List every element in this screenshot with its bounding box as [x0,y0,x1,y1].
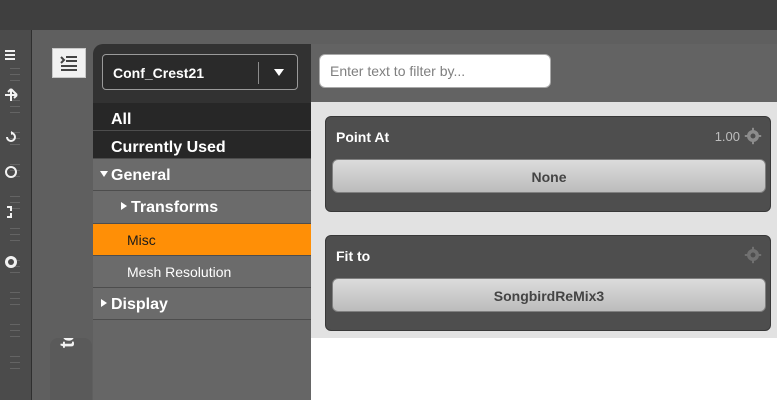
sidebar-item-display[interactable]: Display [93,288,311,320]
gear-icon[interactable] [744,246,762,264]
sidebar-item-label: Display [111,296,168,313]
top-toolbar [0,0,777,30]
sidebar-item-label: All [111,111,132,128]
left-toolbar [0,30,32,400]
sidebar-item-label: Currently Used [111,139,226,156]
sidebar-item-label: Misc [127,232,156,248]
sidebar-item-all[interactable]: All [93,103,311,131]
properties-panel: Point At 1.00 None Fit to SongbirdReMix3 [311,44,777,400]
sidebar-item-label: General [111,167,171,184]
filter-bar [311,44,777,102]
property-button[interactable]: None [332,159,766,193]
rotate-icon[interactable] [4,130,18,144]
sidebar-item-mesh-resolution[interactable]: Mesh Resolution [93,256,311,288]
filter-input[interactable] [319,54,551,88]
sidebar-item-general[interactable]: General [93,159,311,191]
sidebar-item-misc[interactable]: Misc [93,224,311,256]
category-sidebar: Conf_Crest21 All Currently Used General … [93,44,311,400]
chevron-down-icon [100,171,108,177]
preset-selector[interactable]: Conf_Crest21 [102,54,298,90]
sidebar-filler [93,320,311,400]
bracket-icon[interactable] [4,205,18,219]
target-icon[interactable] [4,255,18,269]
property-button[interactable]: SongbirdReMix3 [332,278,766,312]
property-card-point-at: Point At 1.00 None [325,116,771,212]
preset-divider [258,62,259,84]
circle-icon[interactable] [4,165,18,179]
gear-icon[interactable] [744,127,762,145]
sidebar-item-label: Mesh Resolution [127,264,232,280]
property-card-fit-to: Fit to SongbirdReMix3 [325,235,771,331]
chevron-right-icon [121,202,127,210]
pane-options-icon[interactable] [52,48,86,78]
property-value: 1.00 [714,129,740,144]
sidebar-item-label: Transforms [131,199,219,216]
sidebar-item-currently-used[interactable]: Currently Used [93,131,311,159]
tab-label: ters [57,338,80,348]
move-icon[interactable] [4,88,18,102]
property-title: Fit to [336,248,371,264]
dropdown-arrow-icon[interactable] [271,64,287,80]
property-title: Point At [336,129,390,145]
sidebar-item-transforms[interactable]: Transforms [93,191,311,224]
empty-area [311,338,777,400]
preset-label: Conf_Crest21 [113,65,205,81]
chevron-right-icon [101,299,107,307]
tab-parameters[interactable]: ters [50,338,92,400]
menu-icon[interactable] [4,48,18,62]
